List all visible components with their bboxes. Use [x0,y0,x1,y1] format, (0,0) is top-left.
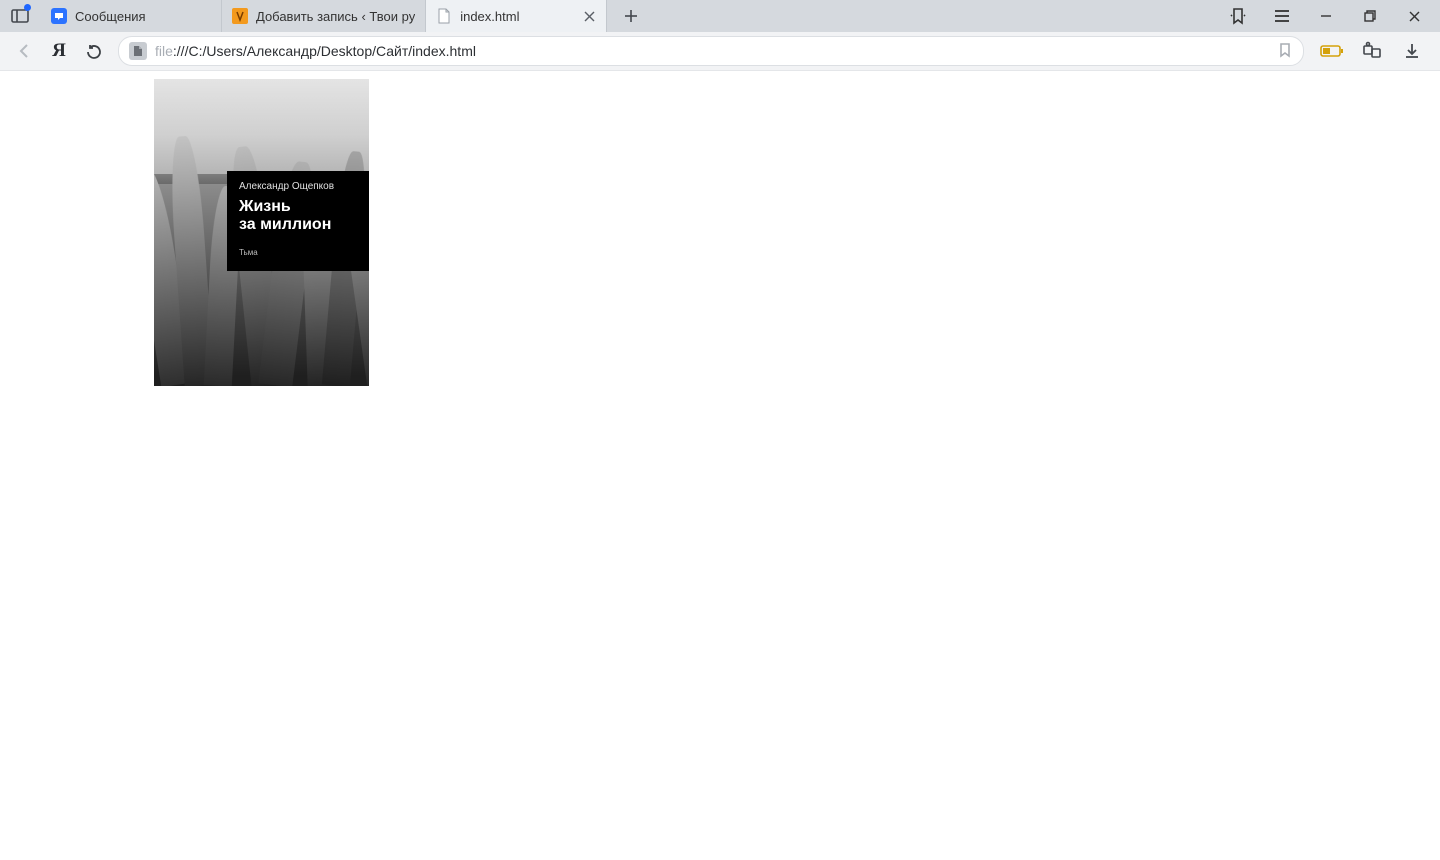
tab-messages[interactable]: Сообщения [41,0,222,32]
tab-strip: Сообщения Добавить запись ‹ Твои ру inde… [0,0,1440,32]
notification-dot [24,4,31,11]
book-label-box: Александр Ощепков Жизнь за миллион Тьма [227,171,369,271]
window-maximize-button[interactable] [1348,0,1392,32]
bookmark-icon[interactable] [1277,42,1293,61]
tab-label: Сообщения [75,9,211,24]
battery-icon[interactable] [1312,34,1352,68]
menu-button[interactable] [1260,0,1304,32]
window-minimize-button[interactable] [1304,0,1348,32]
toolbar: Я file:///C:/Users/Александр/Desktop/Сай… [0,32,1440,71]
site-info-icon[interactable] [129,42,147,60]
tab-label: Добавить запись ‹ Твои ру [256,9,415,24]
book-title: Жизнь за миллион [239,198,357,234]
chat-icon [51,8,67,24]
book-author: Александр Ощепков [239,181,357,192]
yandex-home-button[interactable]: Я [42,34,76,68]
yandex-icon: Я [52,40,66,62]
book-subtitle: Тьма [239,248,357,257]
file-icon [436,8,452,24]
window-close-button[interactable] [1392,0,1436,32]
extensions-icon[interactable] [1352,34,1392,68]
tab-index-html[interactable]: index.html [426,0,607,32]
book-cover-image: Александр Ощепков Жизнь за миллион Тьма [154,79,369,386]
url-path: :///C:/Users/Александр/Desktop/Сайт/inde… [173,43,476,59]
back-button[interactable] [8,34,42,68]
tabs-container: Сообщения Добавить запись ‹ Твои ру inde… [41,0,607,32]
bookmarks-bar-button[interactable] [1216,0,1260,32]
address-bar[interactable]: file:///C:/Users/Александр/Desktop/Сайт/… [118,36,1304,66]
new-tab-button[interactable] [615,0,647,32]
reload-button[interactable] [76,34,110,68]
sidebar-toggle-button[interactable] [4,0,36,32]
url-text: file:///C:/Users/Александр/Desktop/Сайт/… [155,43,1269,59]
tab-add-post[interactable]: Добавить запись ‹ Твои ру [222,0,426,32]
downloads-icon[interactable] [1392,34,1432,68]
wordpress-icon [232,8,248,24]
page-content: Александр Ощепков Жизнь за миллион Тьма [0,71,1440,860]
close-icon[interactable] [582,9,596,23]
tab-label: index.html [460,9,574,24]
url-protocol: file [155,43,173,59]
